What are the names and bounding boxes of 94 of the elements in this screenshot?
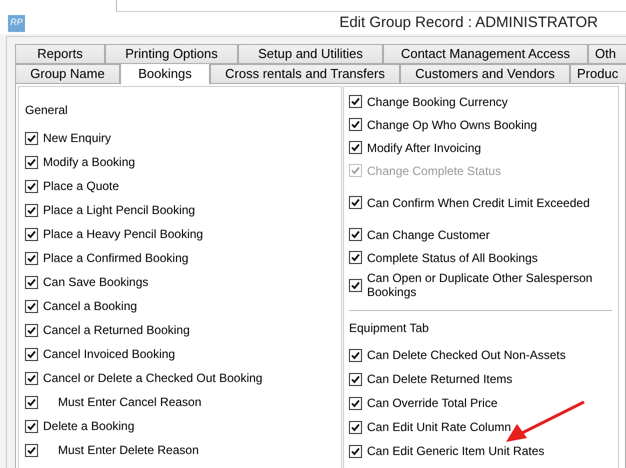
- checkmark-icon: [27, 254, 36, 262]
- checkmark-icon: [27, 326, 36, 334]
- checkbox[interactable]: [349, 141, 362, 154]
- checkmark-icon: [351, 97, 360, 106]
- tab[interactable]: Produc: [570, 64, 626, 84]
- checkbox[interactable]: [25, 252, 38, 264]
- section-heading: General: [25, 102, 69, 119]
- tab[interactable]: Group Name: [15, 64, 120, 84]
- checkmark-icon: [351, 422, 360, 432]
- checkmark-icon: [351, 350, 360, 360]
- checkbox[interactable]: [25, 300, 38, 312]
- option-label: Can Edit Unit Rate Column: [367, 420, 512, 434]
- tab[interactable]: Printing Options: [105, 44, 238, 64]
- checkmark-icon: [351, 374, 360, 384]
- tab[interactable]: Bookings: [120, 63, 210, 85]
- checkmark-icon: [27, 230, 36, 238]
- tab[interactable]: Reports: [15, 44, 105, 64]
- tab[interactable]: Oth: [588, 44, 626, 64]
- option-label: Can Delete Checked Out Non-Assets: [367, 348, 567, 362]
- checkbox[interactable]: [25, 348, 38, 360]
- option-label: Can Edit Generic Item Unit Rates: [367, 444, 546, 458]
- option-label: Must Enter Delete Reason: [58, 442, 199, 459]
- tab[interactable]: Cross rentals and Transfers: [210, 64, 400, 84]
- option-label: Modify After Invoicing: [367, 140, 482, 154]
- option-label: Can Delete Returned Items: [367, 372, 514, 386]
- checkmark-icon: [27, 422, 36, 430]
- option-label: Place a Quote: [43, 178, 120, 195]
- checkbox[interactable]: [349, 251, 362, 264]
- checkmark-icon: [351, 253, 360, 262]
- checkmark-icon: [351, 166, 360, 175]
- checkmark-icon: [27, 278, 36, 286]
- checkmark-icon: [27, 446, 36, 454]
- option-label: Change Booking Currency: [367, 94, 509, 108]
- option-label: Can Override Total Price: [367, 396, 498, 410]
- option-label: Must Enter Cancel Reason: [58, 394, 202, 411]
- checkbox[interactable]: [25, 396, 38, 408]
- checkbox[interactable]: [349, 372, 362, 386]
- checkbox[interactable]: [349, 95, 362, 108]
- option-label: Place a Light Pencil Booking: [43, 202, 196, 219]
- checkbox[interactable]: [349, 196, 362, 209]
- checkbox[interactable]: [349, 420, 362, 434]
- checkbox[interactable]: [349, 228, 362, 241]
- option-label: Cancel a Returned Booking: [43, 322, 190, 339]
- option-label: Modify a Booking: [43, 154, 136, 171]
- option-label: Can Save Bookings: [43, 274, 148, 291]
- tab[interactable]: Contact Management Access: [383, 44, 588, 64]
- checkbox[interactable]: [25, 420, 38, 432]
- checkmark-icon: [27, 182, 36, 190]
- checkmark-icon: [27, 374, 36, 382]
- section-heading: Equipment Tab: [349, 320, 430, 337]
- checkbox[interactable]: [25, 180, 38, 192]
- checkbox[interactable]: [25, 276, 38, 288]
- checkmark-icon: [351, 230, 360, 239]
- checkmark-icon: [27, 158, 36, 166]
- window-title: Edit Group Record : ADMINISTRATOR: [339, 12, 598, 33]
- checkbox[interactable]: [25, 228, 38, 240]
- checkmark-icon: [27, 206, 36, 214]
- option-label: Can Change Customer: [367, 228, 491, 242]
- checkmark-icon: [27, 350, 36, 358]
- checkmark-icon: [351, 198, 360, 207]
- option-label: Cancel or Delete a Checked Out Booking: [43, 370, 262, 387]
- option-label: Place a Confirmed Booking: [43, 250, 188, 267]
- checkbox[interactable]: [349, 444, 362, 458]
- checkbox[interactable]: [25, 372, 38, 384]
- checkbox[interactable]: [25, 132, 38, 144]
- option-label: Complete Status of All Bookings: [367, 250, 539, 264]
- checkmark-icon: [351, 280, 360, 290]
- checkbox[interactable]: [25, 324, 38, 336]
- checkbox[interactable]: [349, 278, 362, 292]
- checkbox[interactable]: [25, 156, 38, 168]
- option-label: Can Confirm When Credit Limit Exceeded: [367, 196, 591, 210]
- app-logo: RP: [8, 14, 25, 32]
- option-label: Can Open or Duplicate Other Salesperson Bookings: [367, 271, 594, 299]
- option-label: Change Complete Status: [367, 164, 502, 178]
- checkmark-icon: [351, 120, 360, 129]
- checkbox[interactable]: [25, 204, 38, 216]
- checkbox[interactable]: [349, 118, 362, 131]
- checkmark-icon: [351, 398, 360, 408]
- option-label: Delete a Booking: [43, 418, 134, 435]
- option-label: Change Op Who Owns Booking: [367, 118, 538, 132]
- checkmark-icon: [351, 143, 360, 152]
- checkbox[interactable]: [349, 348, 362, 362]
- checkmark-icon: [27, 134, 36, 142]
- checkmark-icon: [27, 398, 36, 406]
- option-label: Place a Heavy Pencil Booking: [43, 226, 204, 243]
- checkmark-icon: [27, 302, 36, 310]
- tab[interactable]: Setup and Utilities: [238, 44, 383, 64]
- option-label: Cancel a Booking: [43, 298, 138, 315]
- checkmark-icon: [351, 446, 360, 456]
- checkbox[interactable]: [349, 396, 362, 410]
- option-label: New Enquiry: [43, 130, 112, 147]
- tab[interactable]: Customers and Vendors: [400, 64, 570, 84]
- checkbox[interactable]: [25, 444, 38, 456]
- option-label: Cancel Invoiced Booking: [43, 346, 176, 363]
